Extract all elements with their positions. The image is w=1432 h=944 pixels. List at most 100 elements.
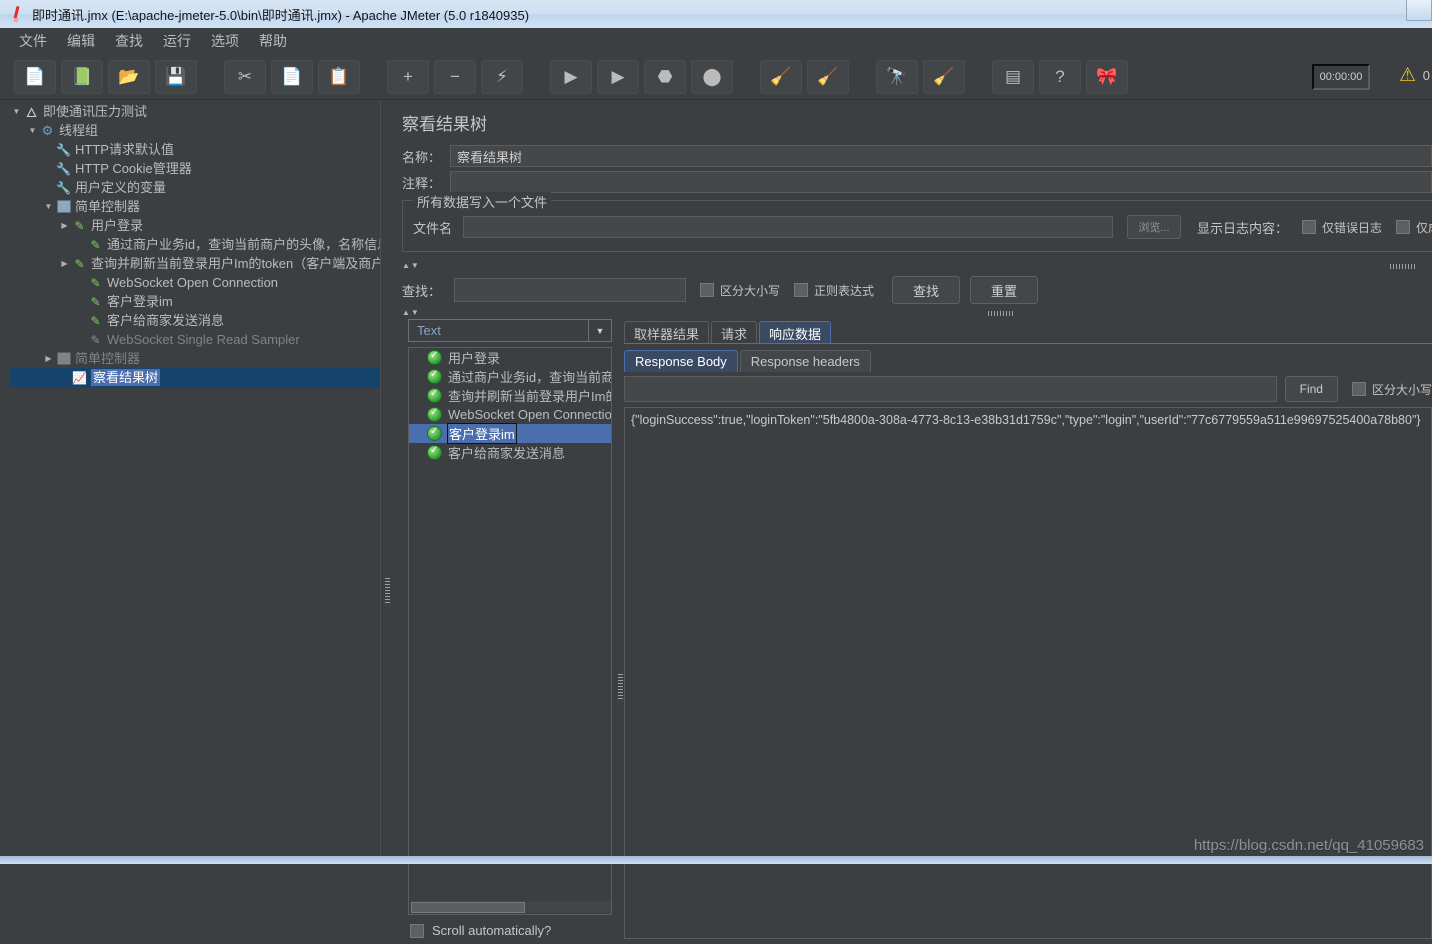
- filename-input[interactable]: [463, 216, 1113, 238]
- result-list-item[interactable]: 查询并刷新当前登录用户Im的: [409, 386, 611, 405]
- tree-node[interactable]: 🔧 用户定义的变量: [10, 178, 380, 197]
- find-case-sensitive-label: 区分大小写: [1371, 382, 1432, 397]
- tab-response-data[interactable]: 响应数据: [759, 321, 832, 344]
- search-regex-box[interactable]: [794, 283, 809, 297]
- menu-help[interactable]: 帮助: [250, 28, 296, 54]
- errors-only-checkbox[interactable]: 仅错误日志: [1302, 219, 1382, 236]
- save-button[interactable]: 💾: [155, 59, 197, 94]
- tree-node[interactable]: ✎ WebSocket Single Read Sampler: [10, 330, 380, 349]
- cut-button[interactable]: ✂: [224, 59, 266, 94]
- result-list-item[interactable]: 用户登录: [409, 348, 611, 367]
- chevron-down-icon[interactable]: ▼: [10, 107, 23, 116]
- menu-file[interactable]: 文件: [10, 28, 56, 54]
- tree-node[interactable]: ▼ ⚙ 线程组: [10, 121, 380, 140]
- upper-horizontal-splitter[interactable]: ▲▼: [394, 260, 1432, 272]
- splitter-collapse-arrows-icon[interactable]: ▲▼: [402, 261, 420, 270]
- lower-horizontal-splitter[interactable]: ▲▼: [394, 307, 1432, 319]
- browse-button[interactable]: 浏览...: [1127, 215, 1181, 239]
- tree-node[interactable]: ▶ ✎ 查询并刷新当前登录用户Im的token（客户端及商户端）: [10, 254, 380, 273]
- stop-button[interactable]: ⬣: [644, 59, 686, 94]
- results-scrollbar-thumb[interactable]: [411, 902, 525, 913]
- successes-only-checkbox[interactable]: 仅成功日: [1396, 219, 1432, 236]
- paste-button[interactable]: 📋: [318, 59, 360, 94]
- search-button[interactable]: 🔭: [876, 59, 918, 94]
- find-button[interactable]: Find: [1284, 376, 1338, 402]
- scroll-automatically-checkbox[interactable]: Scroll automatically?: [410, 923, 551, 938]
- undo-button[interactable]: 🎀: [1086, 59, 1128, 94]
- result-list-item[interactable]: 客户登录im: [409, 423, 611, 444]
- tree-node[interactable]: ▼ 简单控制器: [10, 197, 380, 216]
- tab-sampler-result[interactable]: 取样器结果: [624, 321, 710, 344]
- splitter-grip[interactable]: [385, 578, 390, 604]
- scroll-automatically-box[interactable]: [410, 923, 424, 938]
- shutdown-button[interactable]: ⬤: [691, 59, 733, 94]
- toggle-button[interactable]: ⚡: [481, 59, 523, 94]
- window-restore-button[interactable]: [1406, 0, 1432, 21]
- start-button[interactable]: ▶: [550, 59, 592, 94]
- copy-icon: 📄: [281, 67, 303, 86]
- successes-only-checkbox-box[interactable]: [1396, 220, 1411, 234]
- tree-node[interactable]: 🔧 HTTP请求默认值: [10, 140, 380, 159]
- subtab-response-body[interactable]: Response Body: [624, 350, 738, 372]
- chevron-right-icon[interactable]: ▶: [42, 354, 55, 363]
- results-horizontal-scrollbar[interactable]: [410, 901, 611, 913]
- chevron-right-icon[interactable]: ▶: [58, 221, 71, 230]
- comment-input[interactable]: [450, 171, 1432, 193]
- subtab-response-headers[interactable]: Response headers: [739, 350, 871, 372]
- write-all-data-groupbox: 所有数据写入一个文件 文件名 浏览... 显示日志内容： 仅错误日志 仅成功日: [402, 192, 1432, 252]
- chevron-down-icon[interactable]: ▼: [588, 320, 611, 341]
- new-button[interactable]: 📄: [14, 59, 56, 94]
- tree-node[interactable]: ▼ 🜂 即使通讯压力测试: [10, 102, 380, 121]
- help-button[interactable]: ?: [1039, 59, 1081, 94]
- tab-request[interactable]: 请求: [711, 321, 758, 344]
- chevron-down-icon[interactable]: ▼: [26, 126, 39, 135]
- result-list-item[interactable]: 通过商户业务id，查询当前商户: [409, 367, 611, 386]
- search-case-sensitive-box[interactable]: [700, 283, 714, 297]
- search-input[interactable]: [454, 278, 686, 302]
- window-controls[interactable]: [1406, 0, 1432, 28]
- search-reset-button[interactable]: 🧹: [923, 59, 965, 94]
- menu-edit[interactable]: 编辑: [58, 28, 104, 54]
- search-button[interactable]: 查找: [892, 276, 961, 304]
- copy-button[interactable]: 📄: [271, 59, 313, 94]
- search-reset-button[interactable]: 重置: [970, 276, 1039, 304]
- find-case-sensitive-box[interactable]: [1351, 382, 1366, 396]
- result-list-item[interactable]: WebSocket Open Connection: [409, 405, 611, 424]
- tree-node[interactable]: ▶ 简单控制器: [10, 349, 380, 368]
- tree-node[interactable]: ✎ WebSocket Open Connection: [10, 273, 380, 292]
- open-button[interactable]: 📂: [108, 59, 150, 94]
- results-list[interactable]: 用户登录通过商户业务id，查询当前商户查询并刷新当前登录用户Im的 WebSock…: [408, 347, 612, 915]
- clear-all-button[interactable]: 🧹: [807, 59, 849, 94]
- start-no-pauses-button[interactable]: ▶: [597, 59, 639, 94]
- tree-node[interactable]: ✎ 通过商户业务id，查询当前商户的头像，名称信息: [10, 235, 380, 254]
- toolbar-group-5: 🔭 🧹: [876, 59, 970, 94]
- tree-node[interactable]: 📈 察看结果树: [10, 368, 380, 387]
- templates-button[interactable]: 📗: [61, 59, 103, 94]
- menu-run[interactable]: 运行: [154, 28, 200, 54]
- warning-triangle-icon[interactable]: ⚠: [1399, 66, 1416, 85]
- collapse-all-button[interactable]: −: [434, 59, 476, 94]
- chevron-down-icon[interactable]: ▼: [42, 202, 55, 211]
- name-input[interactable]: 察看结果树: [450, 145, 1432, 167]
- expand-all-button[interactable]: +: [387, 59, 429, 94]
- chevron-right-icon[interactable]: ▶: [58, 259, 71, 268]
- tree-node[interactable]: ▶ ✎ 用户登录: [10, 216, 380, 235]
- renderer-select[interactable]: Text ▼: [408, 319, 612, 342]
- find-case-sensitive-checkbox[interactable]: 区分大小写: [1351, 381, 1432, 398]
- tree-node[interactable]: ✎ 客户给商家发送消息: [10, 311, 380, 330]
- errors-only-checkbox-box[interactable]: [1302, 220, 1317, 234]
- splitter-collapse-arrows-icon[interactable]: ▲▼: [402, 308, 420, 317]
- splitter-grip[interactable]: [988, 311, 1014, 316]
- result-list-item[interactable]: 客户给商家发送消息: [409, 443, 611, 462]
- search-case-sensitive-checkbox[interactable]: 区分大小写: [700, 282, 780, 299]
- function-helper-button[interactable]: ▤: [992, 59, 1034, 94]
- splitter-grip[interactable]: [1390, 264, 1416, 269]
- clear-button[interactable]: 🧹: [760, 59, 802, 94]
- find-input[interactable]: [624, 376, 1277, 402]
- search-regex-checkbox[interactable]: 正则表达式: [794, 282, 874, 299]
- menu-options[interactable]: 选项: [202, 28, 248, 54]
- tree-node[interactable]: ✎ 客户登录im: [10, 292, 380, 311]
- tree-node[interactable]: 🔧 HTTP Cookie管理器: [10, 159, 380, 178]
- splitter-grip[interactable]: [618, 674, 623, 700]
- menu-search[interactable]: 查找: [106, 28, 152, 54]
